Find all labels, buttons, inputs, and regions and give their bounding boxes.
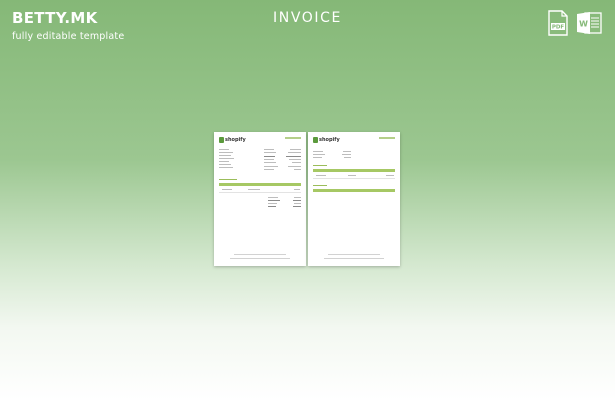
text-line	[348, 175, 356, 176]
section-heading	[313, 165, 327, 166]
text-line	[288, 166, 301, 167]
invoice-preview: shopify shopify	[214, 132, 400, 266]
shopify-bag-icon	[219, 137, 224, 143]
text-line	[294, 169, 301, 170]
text-line	[294, 203, 301, 204]
text-line	[219, 167, 233, 168]
word-file-icon-graphic: W	[577, 12, 602, 34]
text-line	[219, 152, 233, 153]
text-line	[268, 203, 277, 204]
text-line	[264, 152, 276, 153]
invoice-page-2: shopify	[308, 132, 400, 266]
text-line	[268, 197, 278, 198]
section-heading	[219, 179, 237, 180]
table-divider	[219, 192, 301, 193]
text-line	[386, 175, 394, 176]
invoice-heading-mark	[379, 137, 395, 139]
table-header	[219, 183, 301, 186]
text-line	[264, 159, 274, 160]
text-line	[219, 164, 231, 165]
table-header	[313, 189, 395, 192]
footer-line	[234, 254, 286, 255]
text-line	[313, 157, 322, 158]
text-line	[292, 162, 301, 163]
text-line	[294, 197, 301, 198]
footer-line	[230, 258, 290, 259]
shopify-logo: shopify	[313, 137, 340, 144]
page-title: INVOICE	[273, 10, 342, 26]
text-line	[248, 189, 260, 190]
text-line	[293, 200, 301, 201]
text-line	[288, 152, 301, 153]
shopify-bag-icon	[313, 137, 318, 143]
invoice-page-1: shopify	[214, 132, 306, 266]
text-line	[264, 169, 274, 170]
text-line	[219, 155, 231, 156]
word-icon-label: W	[579, 20, 588, 29]
text-line	[222, 189, 232, 190]
text-line	[289, 159, 301, 160]
table-divider	[313, 178, 395, 179]
text-line	[290, 149, 301, 150]
text-line	[342, 154, 351, 155]
text-line	[264, 156, 275, 157]
text-line	[268, 200, 280, 201]
text-line	[344, 157, 351, 158]
invoice-heading-mark	[285, 137, 301, 139]
text-line	[268, 206, 276, 207]
text-line	[313, 151, 323, 152]
text-line	[219, 149, 229, 150]
pdf-file-icon-graphic: PDF	[548, 10, 568, 36]
table-header	[313, 169, 395, 172]
text-line	[286, 156, 301, 157]
text-line	[264, 166, 278, 167]
text-line	[313, 154, 325, 155]
pdf-file-icon[interactable]: PDF	[547, 10, 569, 36]
footer-line	[324, 258, 384, 259]
text-line	[316, 175, 326, 176]
text-line	[264, 162, 276, 163]
shopify-logo-text: shopify	[225, 137, 246, 143]
section-heading	[313, 185, 327, 186]
text-line	[264, 149, 274, 150]
text-line	[219, 158, 234, 159]
text-line	[293, 206, 301, 207]
word-file-icon[interactable]: W	[576, 10, 602, 36]
brand-tagline: fully editable template	[12, 31, 125, 42]
footer-line	[328, 254, 380, 255]
shopify-logo: shopify	[219, 137, 246, 144]
pdf-icon-label: PDF	[552, 25, 565, 31]
text-line	[294, 189, 300, 190]
shopify-logo-text: shopify	[319, 137, 340, 143]
text-line	[343, 151, 351, 152]
text-line	[219, 161, 229, 162]
